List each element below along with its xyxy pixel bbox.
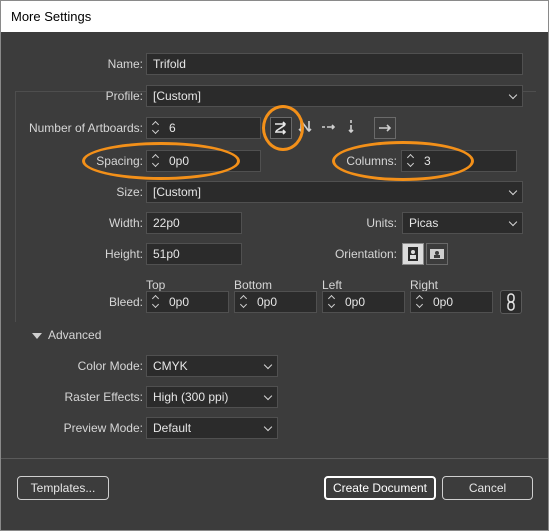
- preview-mode-value: Default: [153, 421, 192, 435]
- advanced-label: Advanced: [48, 328, 102, 342]
- cancel-button[interactable]: Cancel: [442, 476, 533, 500]
- landscape-icon: [430, 249, 444, 259]
- landscape-button[interactable]: [426, 243, 448, 265]
- units-label: Units:: [366, 216, 397, 230]
- width-label: Width:: [108, 216, 143, 230]
- callout-grid-by-row: [262, 105, 304, 151]
- profile-label: Profile:: [105, 89, 143, 103]
- preview-mode-label: Preview Mode:: [63, 421, 143, 435]
- callout-columns: [332, 141, 474, 181]
- bleed-left-stepper[interactable]: [325, 292, 339, 312]
- name-label: Name:: [107, 57, 143, 71]
- more-settings-dialog: More Settings Name: Trifold Profile: [Cu…: [0, 0, 549, 531]
- color-mode-select[interactable]: CMYK: [146, 355, 278, 377]
- orientation-label: Orientation:: [334, 247, 397, 261]
- units-select[interactable]: Picas: [402, 212, 523, 234]
- arrange-by-row-button[interactable]: [319, 117, 341, 139]
- color-mode-value: CMYK: [153, 359, 188, 373]
- bleed-right-stepper[interactable]: [413, 292, 427, 312]
- bleed-left-label: Left: [322, 278, 343, 292]
- height-input[interactable]: 51p0: [146, 243, 242, 265]
- change-to-rtl-button[interactable]: [374, 117, 396, 139]
- window-title: More Settings: [11, 9, 92, 24]
- chevron-down-icon: [508, 186, 518, 196]
- artboards-stepper[interactable]: [149, 118, 163, 138]
- arrange-by-row-icon: [322, 124, 336, 130]
- link-bleed-icon: [507, 293, 515, 311]
- chevron-down-icon: [508, 90, 518, 100]
- size-label: Size:: [116, 185, 143, 199]
- width-input[interactable]: 22p0: [146, 212, 242, 234]
- preview-mode-select[interactable]: Default: [146, 417, 278, 439]
- change-to-right-to-left-icon: [379, 124, 392, 132]
- callout-spacing: [82, 142, 240, 180]
- bleed-top-stepper[interactable]: [149, 292, 163, 312]
- chevron-down-icon: [263, 391, 273, 401]
- portrait-button[interactable]: [402, 243, 424, 265]
- raster-effects-select[interactable]: High (300 ppi): [146, 386, 278, 408]
- arrange-by-column-button[interactable]: [341, 117, 363, 139]
- bleed-label: Bleed:: [108, 295, 143, 309]
- artboards-label: Number of Artboards:: [28, 121, 143, 135]
- bleed-right-label: Right: [410, 278, 439, 292]
- title-bar: More Settings: [1, 1, 548, 32]
- profile-select[interactable]: [Custom]: [146, 85, 523, 107]
- footer-divider: [1, 458, 548, 459]
- bleed-top-label: Top: [146, 278, 166, 292]
- artboards-input[interactable]: 6: [146, 117, 261, 139]
- height-label: Height:: [104, 247, 143, 261]
- name-input[interactable]: Trifold: [146, 53, 523, 75]
- chevron-down-icon: [508, 217, 518, 227]
- bleed-bottom-stepper[interactable]: [237, 292, 251, 312]
- color-mode-label: Color Mode:: [77, 359, 143, 373]
- raster-effects-value: High (300 ppi): [153, 390, 229, 404]
- arrange-by-column-icon: [348, 120, 354, 134]
- templates-button[interactable]: Templates...: [17, 476, 109, 500]
- raster-effects-label: Raster Effects:: [64, 390, 143, 404]
- create-document-button[interactable]: Create Document: [324, 476, 436, 500]
- chevron-down-icon: [263, 360, 273, 370]
- triangle-down-icon: [32, 333, 42, 339]
- size-select[interactable]: [Custom]: [146, 181, 523, 203]
- chevron-down-icon: [263, 422, 273, 432]
- size-value: [Custom]: [153, 185, 202, 199]
- link-bleed-button[interactable]: [500, 290, 522, 314]
- portrait-icon: [408, 247, 418, 261]
- profile-value: [Custom]: [153, 89, 202, 103]
- units-value: Picas: [409, 216, 439, 230]
- bleed-bottom-label: Bottom: [234, 278, 273, 292]
